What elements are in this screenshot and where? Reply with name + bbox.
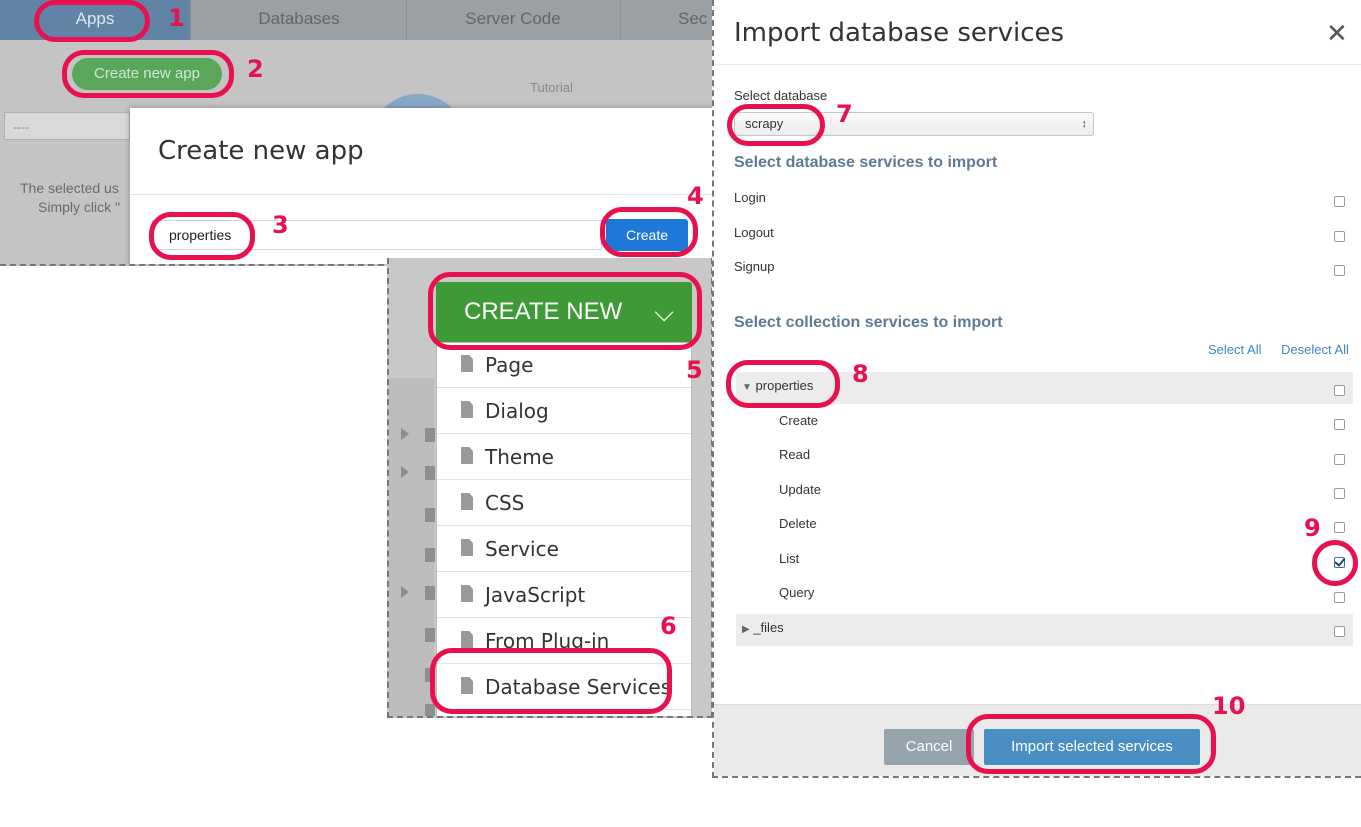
expand-arrow-icon[interactable] [401,586,409,598]
menu-item-dialog[interactable]: Dialog [437,389,691,434]
checkbox-files[interactable] [1334,626,1345,637]
highlight-step-1 [34,0,150,42]
document-icon [461,447,473,464]
document-icon [461,355,473,372]
checkbox-update[interactable] [1334,488,1345,499]
service-label-signup: Signup [734,259,775,274]
service-label-read: Read [779,447,811,462]
tutorial-label: Tutorial [530,80,573,95]
document-icon [461,493,473,510]
menu-item-label: Dialog [485,399,549,423]
project-tree-strip [389,378,435,716]
checkbox-delete[interactable] [1334,522,1345,533]
highlight-step-7 [727,104,825,146]
tab-security[interactable]: Sec [620,0,712,40]
service-label-logout: Logout [734,225,774,240]
expand-arrow-icon[interactable] [401,428,409,440]
service-label-delete: Delete [779,516,817,531]
menu-item-label: JavaScript [485,583,586,607]
step-number-3: 3 [272,211,289,239]
step-number-6: 6 [660,612,677,640]
step-number-1: 1 [168,4,185,32]
step-number-5: 5 [686,356,703,384]
menu-item-theme[interactable]: Theme [437,435,691,480]
tab-server-code[interactable]: Server Code [406,0,621,40]
menu-item-service[interactable]: Service [437,527,691,572]
service-label-login: Login [734,190,766,205]
select-database-label: Select database [734,88,828,103]
folder-icon [425,704,435,716]
checkbox-query[interactable] [1334,592,1345,603]
dialog-divider [714,64,1361,65]
highlight-step-9 [1312,540,1358,586]
folder-icon [425,466,435,480]
highlight-step-8 [726,360,840,408]
menu-item-css[interactable]: CSS [437,481,691,526]
highlight-step-4 [600,207,698,257]
highlight-step-6 [430,648,672,714]
collection-files[interactable]: ▶ _files [742,620,784,635]
menu-item-label: Service [485,537,559,561]
folder-icon [425,548,435,562]
folder-icon [425,586,435,600]
collection-name: _files [753,620,784,635]
highlight-step-10 [966,714,1216,774]
checkbox-logout[interactable] [1334,231,1345,242]
app-select[interactable]: ---- [4,112,130,140]
expand-arrow-icon[interactable] [401,466,409,478]
checkbox-create[interactable] [1334,419,1345,430]
select-arrows-icon: ↕ [1081,118,1088,130]
service-label-list: List [779,551,800,566]
folder-icon [425,628,435,642]
document-icon [461,585,473,602]
highlight-step-5 [428,272,702,350]
highlight-step-2 [62,50,234,98]
checkbox-read[interactable] [1334,454,1345,465]
document-icon [461,631,473,648]
select-all-link[interactable]: Select All [1208,342,1261,357]
dialog-divider [130,194,712,195]
close-icon[interactable]: ✕ [1326,18,1348,49]
step-number-8: 8 [852,360,869,388]
db-services-heading: Select database services to import [734,154,998,171]
folder-icon [425,508,435,522]
step-number-9: 9 [1304,514,1321,542]
service-label-create: Create [779,413,819,428]
checkbox-signup[interactable] [1334,265,1345,276]
menu-item-label: Page [485,353,534,377]
checkbox-login[interactable] [1334,196,1345,207]
step-number-7: 7 [836,100,853,128]
info-text-line-2: Simply click " [38,199,120,215]
import-dialog-title: Import database services [734,18,1065,48]
menu-item-label: CSS [485,491,525,515]
service-label-update: Update [779,482,821,497]
document-icon [461,539,473,556]
collection-services-heading: Select collection services to import [734,314,1003,331]
info-text-line-1: The selected us [20,180,119,196]
caret-right-icon: ▶ [742,624,750,635]
folder-icon [425,428,435,442]
step-number-10: 10 [1212,692,1246,720]
step-number-2: 2 [247,55,264,83]
highlight-step-3 [149,212,255,260]
tab-databases[interactable]: Databases [192,0,407,40]
cancel-button[interactable]: Cancel [884,729,974,765]
create-app-dialog-title: Create new app [158,136,364,166]
document-icon [461,401,473,418]
deselect-all-link[interactable]: Deselect All [1281,342,1349,357]
step-number-4: 4 [687,182,704,210]
checkbox-properties[interactable] [1334,385,1345,396]
menu-item-javascript[interactable]: JavaScript [437,573,691,618]
collection-row-files[interactable] [736,614,1353,646]
menu-item-label: Theme [485,445,554,469]
service-label-query: Query [779,585,815,600]
